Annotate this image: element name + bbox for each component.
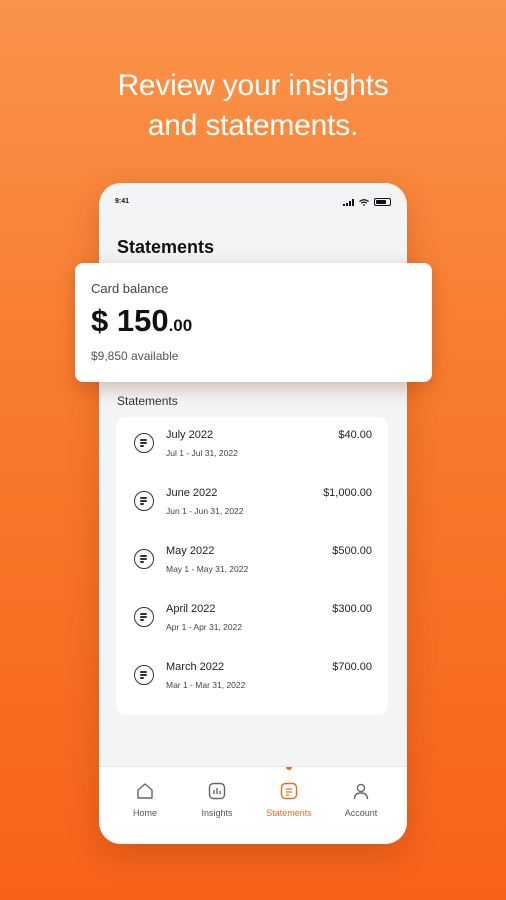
balance-cents: .00 [168,316,193,335]
statement-month: March 2022 [166,661,225,673]
statement-doc-icon [134,665,154,685]
statement-amount: $1,000.00 [323,487,372,499]
statement-row-july-2022[interactable]: July 2022 Jul 1 - Jul 31, 2022 $40.00 [116,417,388,475]
tab-statements[interactable]: Statements [253,767,325,844]
marketing-headline: Review your insights and statements. [0,66,506,146]
page-title: Statements [117,237,215,257]
wifi-icon [359,199,369,206]
statement-doc-icon [134,433,154,453]
statement-date-range: Mar 1 - Mar 31, 2022 [166,680,246,690]
statement-date-range: May 1 - May 31, 2022 [166,564,249,574]
statement-date-range: Jun 1 - Jun 31, 2022 [166,506,244,516]
statement-row-june-2022[interactable]: June 2022 Jun 1 - Jun 31, 2022 $1,000.00 [116,475,388,533]
bottom-tab-bar: Home Insights Statements Account [99,766,407,844]
account-icon [353,783,369,800]
tab-home[interactable]: Home [109,767,181,844]
statement-amount: $300.00 [332,603,372,615]
statement-date-range: Jul 1 - Jul 31, 2022 [166,448,238,458]
statement-doc-icon [134,491,154,511]
statement-date-range: Apr 1 - Apr 31, 2022 [166,622,243,632]
statement-row-april-2022[interactable]: April 2022 Apr 1 - Apr 31, 2022 $300.00 [116,591,388,649]
statement-row-may-2022[interactable]: May 2022 May 1 - May 31, 2022 $500.00 [116,533,388,591]
tab-insights[interactable]: Insights [181,767,253,844]
statement-doc-icon [134,549,154,569]
statement-doc-icon [134,607,154,627]
available-credit: $9,850 available [91,349,179,363]
card-balance-panel[interactable]: Card balance $ 150.00 $9,850 available [75,263,432,382]
insights-icon [208,782,226,800]
status-time: 9:41 [115,198,130,205]
statement-amount: $40.00 [338,429,372,441]
status-bar: 9:41 [99,183,407,223]
tab-label: Statements [266,808,312,818]
home-icon [137,783,153,799]
statements-icon [280,782,298,800]
headline-line-2: and statements. [147,109,359,142]
statement-amount: $700.00 [332,661,372,673]
statement-month: May 2022 [166,545,215,557]
statement-amount: $500.00 [332,545,372,557]
statement-row-march-2022[interactable]: March 2022 Mar 1 - Mar 31, 2022 $700.00 [116,649,388,707]
headline-line-1: Review your insights [117,69,389,102]
balance-dollars: $ 150 [91,303,169,338]
statement-month: June 2022 [166,487,218,499]
active-tab-indicator [286,767,292,770]
battery-icon [374,198,391,206]
statements-list: July 2022 Jul 1 - Jul 31, 2022 $40.00 Ju… [116,417,388,715]
statement-month: April 2022 [166,603,216,615]
statements-section-label: Statements [117,394,178,408]
tab-label: Home [132,808,157,818]
card-balance-label: Card balance [91,281,169,296]
card-balance-amount: $ 150.00 [91,303,192,339]
tab-label: Account [344,808,378,818]
statement-month: July 2022 [166,429,214,441]
tab-account[interactable]: Account [325,767,397,844]
signal-icon [343,199,354,206]
tab-label: Insights [201,808,233,818]
status-icons [343,198,391,206]
